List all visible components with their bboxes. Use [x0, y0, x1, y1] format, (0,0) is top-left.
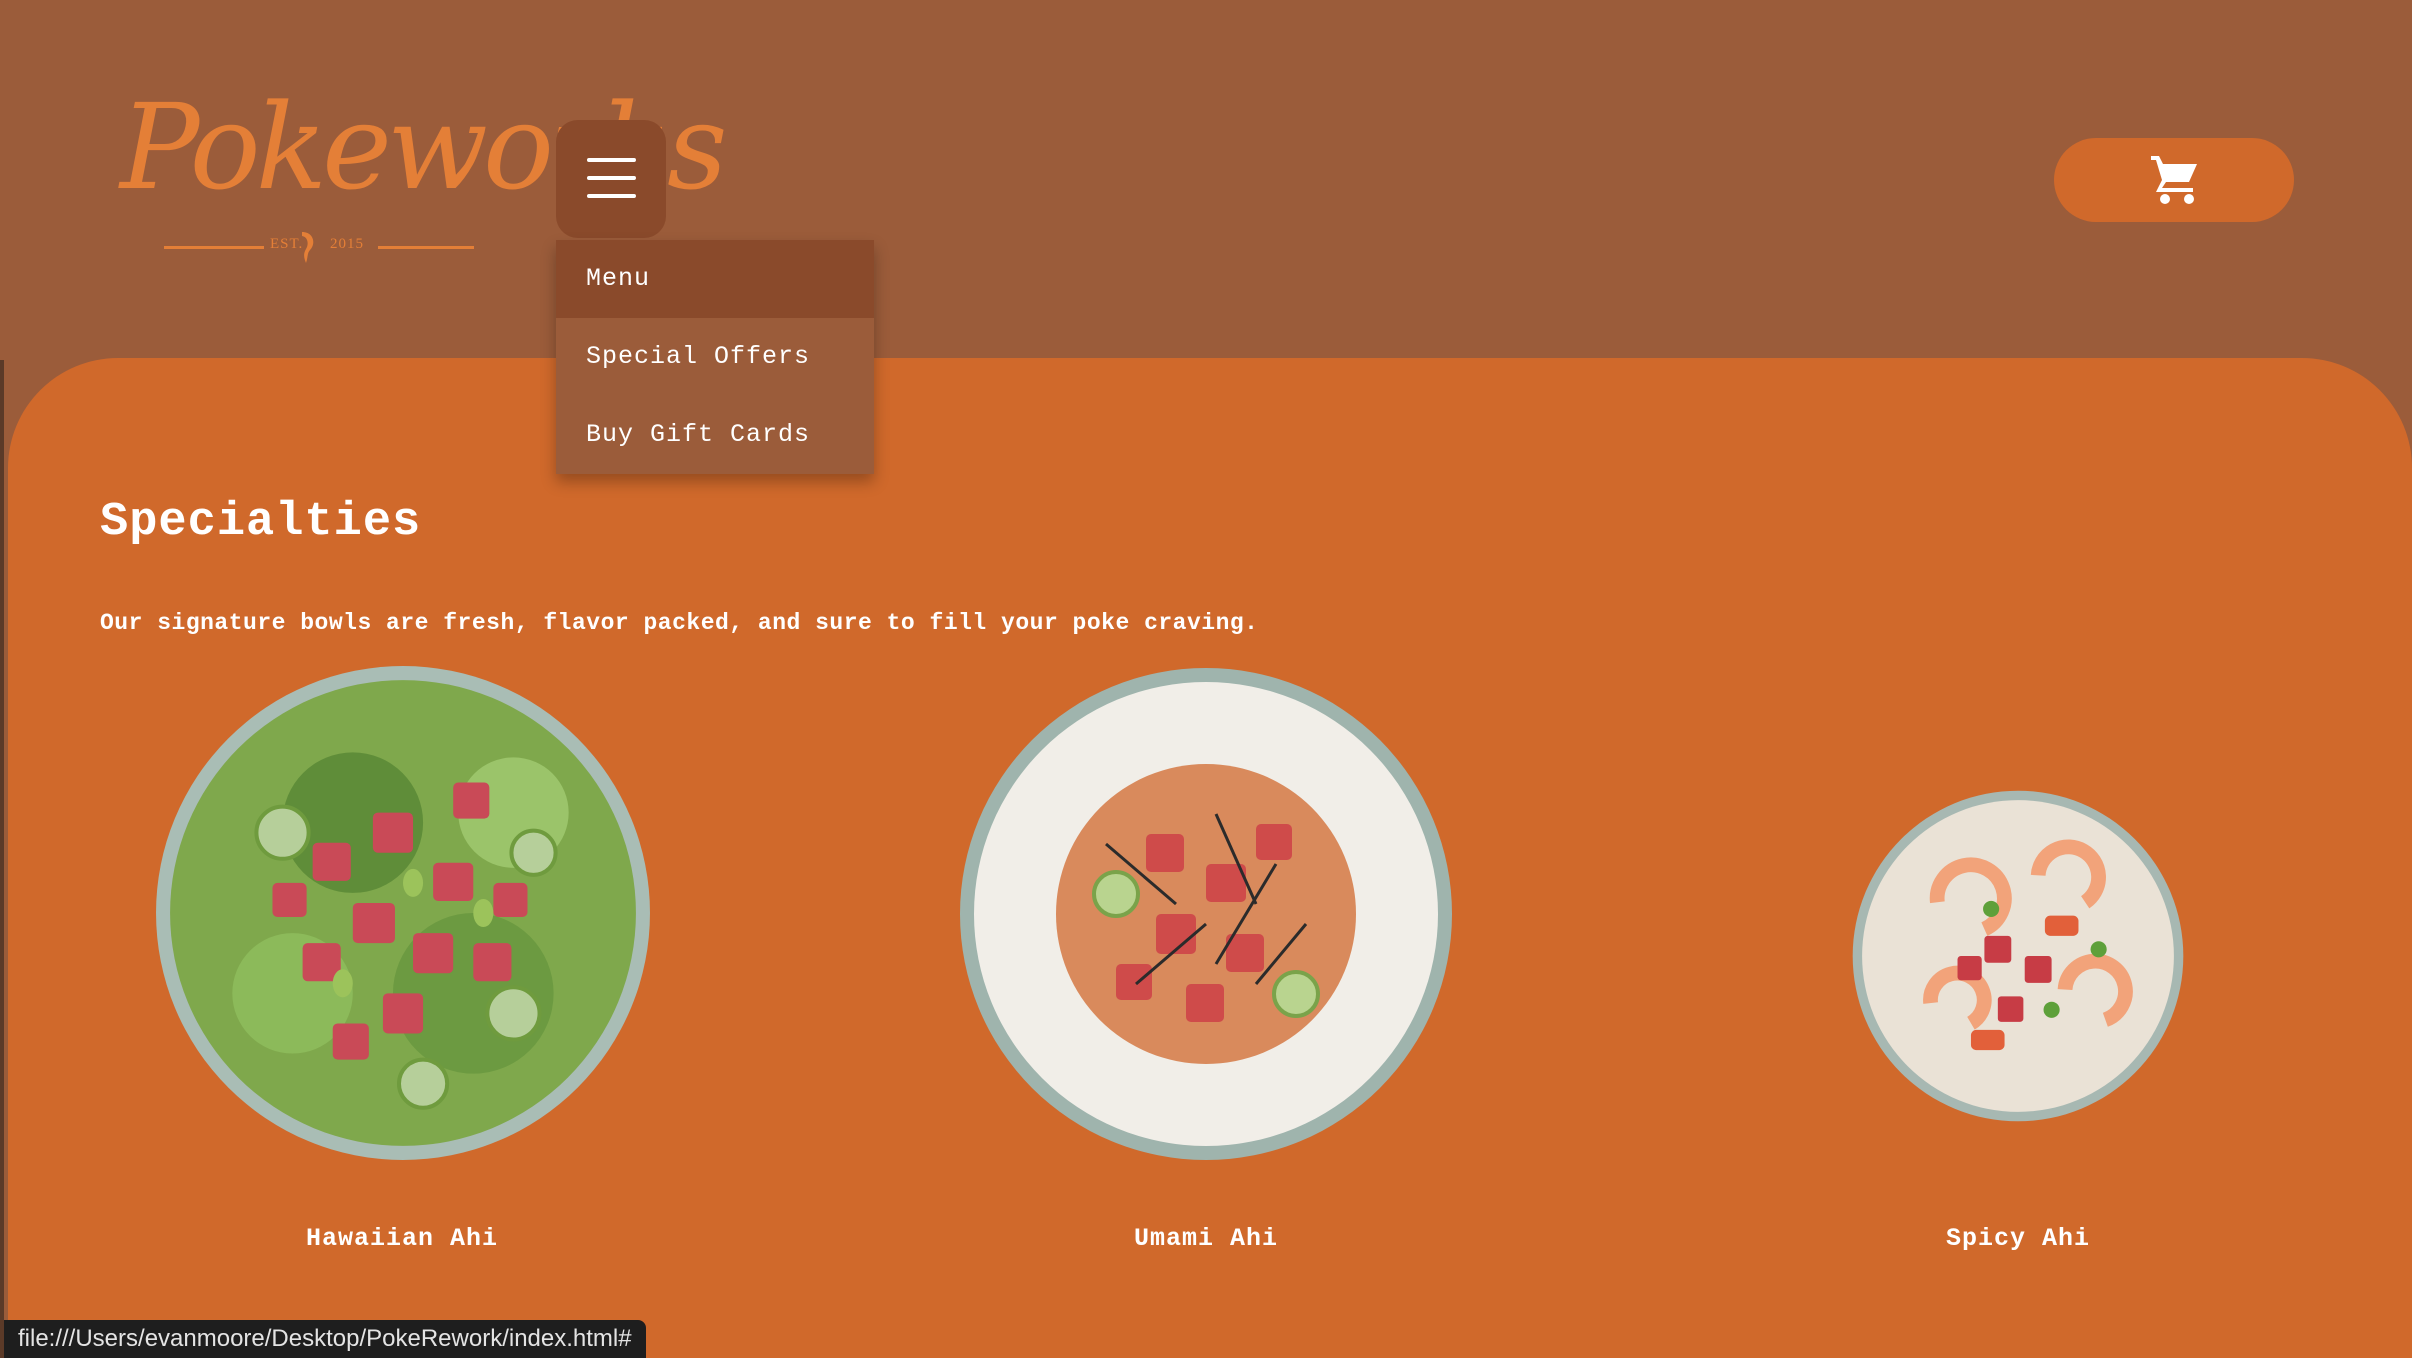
section-heading: Specialties	[100, 496, 422, 549]
logo-divider-right	[378, 246, 474, 249]
umami-ahi-image[interactable]	[956, 664, 1456, 1164]
shrimp-icon	[302, 232, 314, 263]
spicy-ahi-image[interactable]	[1850, 788, 2186, 1124]
nav-item-special-offers[interactable]: Special Offers	[556, 318, 874, 396]
spicy-ahi-bowl-graphic	[1852, 790, 2184, 1122]
browser-status-url: file:///Users/evanmoore/Desktop/PokeRewo…	[4, 1320, 646, 1358]
hawaiian-ahi-image[interactable]	[152, 662, 654, 1164]
cart-icon	[2151, 156, 2197, 204]
nav-dropdown-menu: Menu Special Offers Buy Gift Cards	[556, 240, 874, 474]
menu-toggle-button[interactable]	[556, 120, 666, 238]
umami-ahi-label[interactable]: Umami Ahi	[1006, 1224, 1406, 1253]
site-header: Pokeworks EST. 2015	[0, 0, 2412, 360]
umami-ahi-bowl-graphic	[960, 668, 1452, 1160]
section-subtitle: Our signature bowls are fresh, flavor pa…	[100, 610, 1259, 636]
logo-year-label: 2015	[330, 236, 364, 252]
pokeworks-logo[interactable]: Pokeworks EST. 2015	[118, 72, 728, 282]
nav-item-gift-cards[interactable]: Buy Gift Cards	[556, 396, 874, 474]
hawaiian-ahi-bowl-graphic	[156, 666, 650, 1160]
logo-divider-left	[164, 246, 264, 249]
spicy-ahi-label[interactable]: Spicy Ahi	[1818, 1224, 2218, 1253]
nav-item-menu[interactable]: Menu	[556, 240, 874, 318]
specialties-section: Specialties Our signature bowls are fres…	[8, 358, 2412, 1358]
hawaiian-ahi-label[interactable]: Hawaiian Ahi	[202, 1224, 602, 1253]
cart-button[interactable]	[2054, 138, 2294, 222]
